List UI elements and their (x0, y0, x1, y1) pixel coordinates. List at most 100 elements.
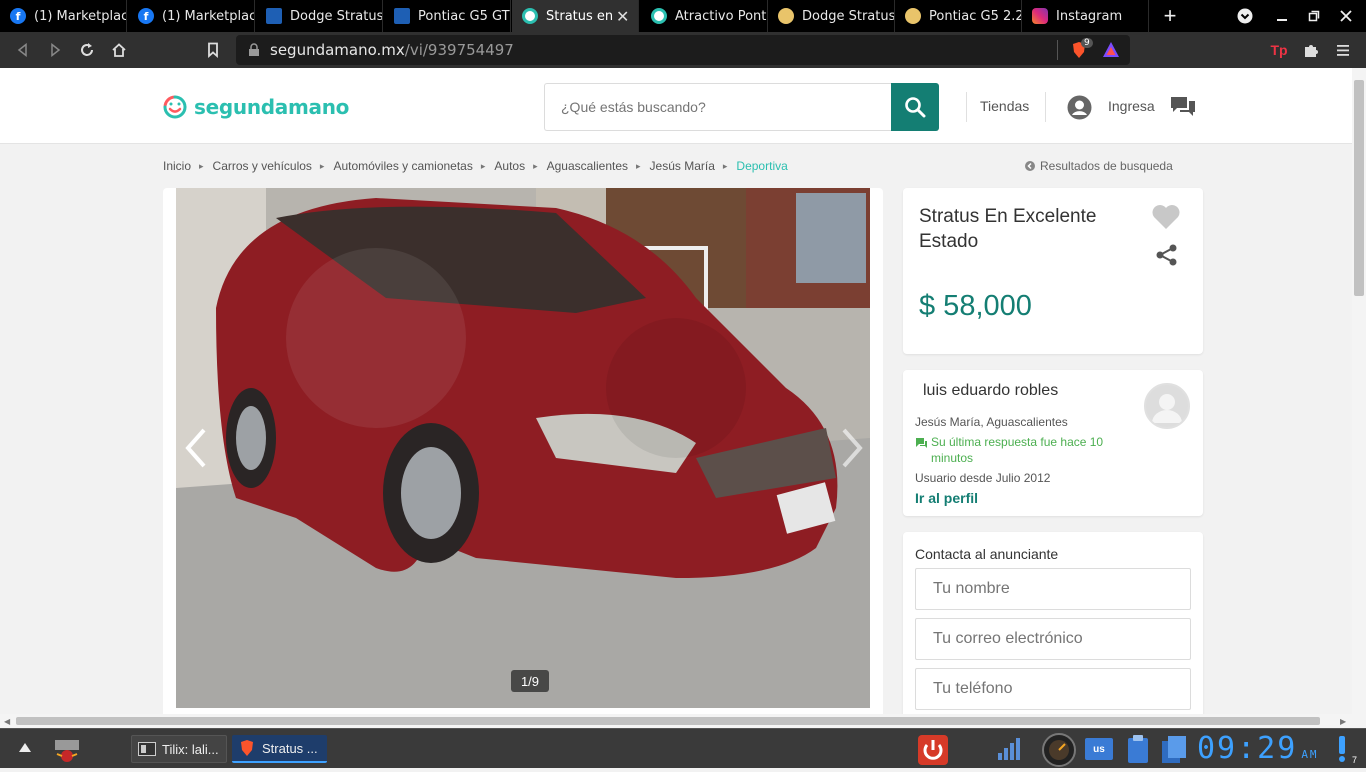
segundamano-icon (651, 8, 667, 24)
scroll-right-arrow-icon[interactable]: ▶ (1340, 717, 1346, 726)
tab-instagram[interactable]: Instagram (1022, 0, 1149, 32)
address-bar[interactable]: segundamano.mx/vi/939754497 9 (236, 35, 1130, 65)
breadcrumb-item[interactable]: Jesús María (650, 159, 715, 173)
network-signal-icon[interactable] (996, 737, 1022, 766)
files-icon[interactable] (1160, 734, 1188, 769)
favorite-button[interactable] (1151, 204, 1181, 235)
taskbar-item-tilix[interactable]: Tilix: lali... (131, 735, 227, 763)
tab-label: Pontiac G5 2.2 (929, 8, 1021, 24)
notifications-button[interactable]: 7 (1336, 735, 1357, 768)
tab-dodge-stratus-2[interactable]: Dodge Stratus (768, 0, 895, 32)
breadcrumb-item[interactable]: Carros y vehículos (213, 159, 312, 173)
notification-count: 7 (1352, 755, 1358, 765)
taskbar-item-brave[interactable]: Stratus ... (232, 735, 327, 763)
chevron-left-icon (185, 428, 206, 468)
chevron-down-icon (1237, 8, 1253, 24)
messages-icon[interactable] (1170, 95, 1196, 124)
member-since: Usuario desde Julio 2012 (915, 471, 1051, 485)
car-photo[interactable] (176, 188, 870, 708)
segundamano-logo-icon (163, 95, 187, 119)
breadcrumb-item[interactable]: Aguascalientes (547, 159, 628, 173)
chevron-right-icon (842, 428, 863, 468)
next-photo-button[interactable] (836, 428, 866, 468)
app-menu-button[interactable] (52, 734, 82, 769)
close-tab-icon[interactable]: ✕ (616, 7, 634, 26)
close-window-button[interactable] (1331, 0, 1361, 32)
tab-pontiac-g5-gt[interactable]: Pontiac G5 GT (384, 0, 511, 32)
scrollbar-corner (1352, 714, 1366, 728)
header-divider (1045, 92, 1046, 122)
menu-button[interactable] (1329, 32, 1357, 68)
view-profile-link[interactable]: Ir al perfil (915, 490, 978, 506)
kavak-icon (266, 8, 282, 24)
phone-field[interactable] (915, 668, 1191, 710)
clipboard-icon[interactable] (1125, 734, 1151, 769)
hamburger-icon (1337, 45, 1349, 56)
tab-search-button[interactable] (1230, 0, 1260, 32)
keyboard-layout-indicator[interactable]: us (1085, 738, 1113, 760)
tab-marketplace-2[interactable]: f (1) Marketplace (128, 0, 255, 32)
email-field[interactable] (915, 618, 1191, 660)
tab-atractivo-pontiac[interactable]: Atractivo Pont (641, 0, 768, 32)
tab-label: (1) Marketplace (34, 8, 126, 24)
search-button[interactable] (891, 83, 939, 131)
forward-arrow-icon (51, 43, 61, 57)
name-field[interactable] (915, 568, 1191, 610)
home-icon (112, 43, 126, 57)
forward-button[interactable] (41, 32, 69, 68)
tab-dodge-stratus[interactable]: Dodge Stratus (256, 0, 383, 32)
vertical-scroll-thumb[interactable] (1354, 80, 1364, 296)
seller-location: Jesús María, Aguascalientes (915, 415, 1068, 429)
stores-link[interactable]: Tiendas (980, 98, 1029, 114)
vertical-scrollbar[interactable] (1352, 68, 1366, 714)
taskbar-item-label: Tilix: lali... (162, 741, 219, 757)
kavak-icon (394, 8, 410, 24)
reload-button[interactable] (73, 32, 101, 68)
tab-pontiac-g5-22[interactable]: Pontiac G5 2.2 (895, 0, 1022, 32)
contact-title: Contacta al anunciante (915, 546, 1059, 562)
search-input[interactable] (544, 83, 891, 131)
user-avatar-icon[interactable] (1067, 95, 1092, 125)
horizontal-scroll-thumb[interactable] (16, 717, 1320, 725)
facebook-icon: f (10, 8, 26, 24)
breadcrumb-item[interactable]: Autos (494, 159, 525, 173)
home-button[interactable] (105, 32, 133, 68)
contact-card: Contacta al anunciante (903, 532, 1203, 714)
horizontal-scrollbar[interactable]: ◀ ▶ (0, 714, 1352, 728)
previous-photo-button[interactable] (182, 428, 212, 468)
new-tab-button[interactable]: + (1155, 0, 1185, 32)
breadcrumb-separator: ▸ (533, 160, 538, 171)
extensions-button[interactable] (1297, 32, 1325, 68)
taskbar-item-label: Stratus ... (262, 740, 318, 756)
tab-marketplace-1[interactable]: f (1) Marketplace (0, 0, 127, 32)
share-button[interactable] (1156, 244, 1178, 271)
back-circle-icon (1025, 161, 1035, 171)
brave-rewards-button[interactable] (1102, 41, 1120, 59)
site-header: segundamano Tiendas Ingresa (0, 68, 1352, 144)
scroll-left-arrow-icon[interactable]: ◀ (4, 717, 10, 726)
show-desktop-button[interactable] (18, 741, 32, 759)
response-time: Su última respuesta fue hace 10 minutos (915, 434, 1115, 466)
tab-stratus-active[interactable]: Stratus en ✕ (512, 0, 639, 32)
breadcrumb-separator: ▸ (480, 160, 486, 171)
header-divider (966, 92, 967, 122)
power-button[interactable] (917, 734, 949, 771)
site-logo[interactable]: segundamano (162, 94, 349, 120)
minimize-button[interactable] (1267, 0, 1297, 32)
shields-count-badge: 9 (1081, 38, 1093, 48)
restore-icon (1308, 10, 1320, 22)
brave-shields-button[interactable]: 9 (1070, 38, 1093, 59)
maximize-button[interactable] (1299, 0, 1329, 32)
breadcrumb-item-current[interactable]: Deportiva (736, 159, 787, 173)
breadcrumb-item[interactable]: Automóviles y camionetas (333, 159, 472, 173)
seller-card: luis eduardo robles Jesús María, Aguasca… (903, 370, 1203, 516)
tp-extension-icon[interactable]: Tp (1265, 32, 1293, 68)
search-results-link[interactable]: Resultados de busqueda (1025, 159, 1173, 173)
taskbar-clock[interactable]: 09:29 AM (1197, 731, 1319, 766)
login-link[interactable]: Ingresa (1108, 98, 1155, 114)
bookmark-button[interactable] (199, 32, 227, 68)
volume-knob-icon[interactable] (1041, 733, 1077, 772)
rewards-triangle-icon (1103, 42, 1119, 57)
back-button[interactable] (9, 32, 37, 68)
breadcrumb-item[interactable]: Inicio (163, 159, 191, 173)
